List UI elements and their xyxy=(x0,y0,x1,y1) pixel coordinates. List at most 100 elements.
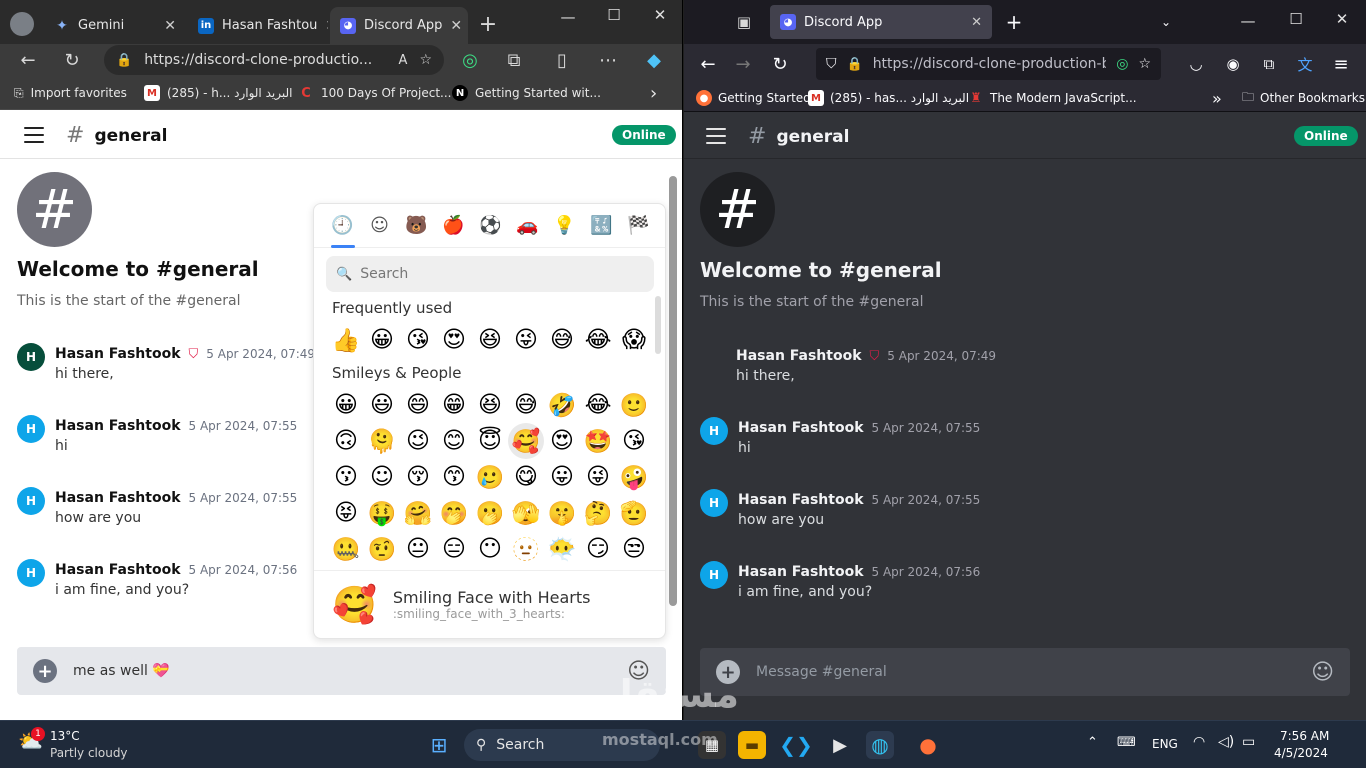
emoji-item[interactable]: 🤨 xyxy=(364,531,400,567)
message-author[interactable]: Hasan Fashtook xyxy=(55,346,181,362)
split-screen-icon[interactable]: ▯ xyxy=(548,46,576,74)
emoji-item[interactable]: 😆 xyxy=(472,387,508,423)
clock-time[interactable]: 7:56 AM xyxy=(1280,729,1329,743)
account-icon[interactable]: ◉ xyxy=(1219,50,1247,78)
avatar[interactable]: H xyxy=(17,415,45,443)
emoji-item[interactable]: 😒 xyxy=(616,531,652,567)
emoji-item[interactable]: 😂 xyxy=(580,387,616,423)
category-travel-icon[interactable]: 🚗 xyxy=(514,215,542,236)
maximize-icon[interactable]: ☐ xyxy=(594,6,634,24)
bookmark-gmail[interactable]: M (285) - h... البريد الوارد xyxy=(144,82,292,104)
avatar[interactable]: H xyxy=(17,487,45,515)
emoji-item[interactable]: 😊 xyxy=(436,423,472,459)
emoji-item[interactable]: 🫥 xyxy=(508,531,544,567)
emoji-item[interactable]: 😆 xyxy=(472,322,508,358)
tab-overview-icon[interactable]: ▣ xyxy=(730,8,758,36)
emoji-item[interactable]: 😁 xyxy=(436,387,472,423)
close-window-icon[interactable]: ✕ xyxy=(1322,10,1362,28)
emoji-item[interactable]: 🤭 xyxy=(436,495,472,531)
bookmark-star-icon[interactable]: ☆ xyxy=(1138,56,1151,72)
emoji-item[interactable]: 😃 xyxy=(364,387,400,423)
emoji-item[interactable]: 🫢 xyxy=(472,495,508,531)
emoji-item[interactable]: 😅 xyxy=(544,322,580,358)
avatar[interactable]: H xyxy=(17,343,45,371)
message-author[interactable]: Hasan Fashtook xyxy=(738,564,864,580)
category-objects-icon[interactable]: 💡 xyxy=(551,215,579,236)
message-author[interactable]: Hasan Fashtook xyxy=(55,418,181,434)
category-recent-icon[interactable]: 🕘 xyxy=(329,215,357,248)
emoji-item[interactable]: 😅 xyxy=(508,387,544,423)
extensions-puzzle-icon[interactable]: ⧉ xyxy=(500,46,528,74)
wifi-icon[interactable]: ◠ xyxy=(1193,734,1205,750)
bookmark-getting-started[interactable]: ● Getting Started xyxy=(696,88,811,108)
emoji-item[interactable]: 😉 xyxy=(400,423,436,459)
emoji-item[interactable]: 😏 xyxy=(580,531,616,567)
emoji-item[interactable]: 🫣 xyxy=(508,495,544,531)
category-activities-icon[interactable]: ⚽ xyxy=(477,215,505,236)
hamburger-menu-icon[interactable] xyxy=(24,127,44,143)
emoji-item[interactable]: 🙂 xyxy=(616,387,652,423)
read-aloud-icon[interactable]: A xyxy=(399,53,408,68)
category-food-icon[interactable]: 🍎 xyxy=(440,215,468,236)
emoji-item[interactable]: 😚 xyxy=(400,459,436,495)
emoji-item[interactable]: 🤗 xyxy=(400,495,436,531)
emoji-item[interactable]: 🤩 xyxy=(580,423,616,459)
emoji-item[interactable]: 😘 xyxy=(400,322,436,358)
emoji-item[interactable]: 🥲 xyxy=(472,459,508,495)
message-author[interactable]: Hasan Fashtook xyxy=(738,492,864,508)
message-author[interactable]: Hasan Fashtook xyxy=(738,420,864,436)
emoji-item[interactable]: 😙 xyxy=(436,459,472,495)
emoji-item[interactable]: 😗 xyxy=(328,459,364,495)
emoji-item[interactable]: 🤪 xyxy=(616,459,652,495)
emoji-button-icon[interactable]: ☺ xyxy=(1311,660,1334,685)
tab-linkedin[interactable]: in Hasan Fashtou ✕ xyxy=(188,7,328,44)
avatar[interactable]: H xyxy=(17,559,45,587)
edge-icon[interactable]: ◍ xyxy=(866,731,894,759)
emoji-item[interactable]: 😱 xyxy=(616,322,652,358)
close-window-icon[interactable]: ✕ xyxy=(640,6,680,24)
message-input[interactable]: Message #general xyxy=(756,664,1295,680)
emoji-item[interactable]: 🥰 xyxy=(508,423,544,459)
tab-gemini[interactable]: ✦ Gemini ✕ xyxy=(44,7,186,44)
emoji-item[interactable]: 🤫 xyxy=(544,495,580,531)
emoji-item[interactable]: 😇 xyxy=(472,423,508,459)
bookmarks-overflow-icon[interactable]: » xyxy=(1212,88,1222,108)
media-player-icon[interactable]: ▶ xyxy=(826,731,854,759)
category-flags-icon[interactable]: 🏁 xyxy=(625,215,653,236)
emoji-item[interactable]: 😄 xyxy=(400,387,436,423)
refresh-icon[interactable]: ↻ xyxy=(58,46,86,74)
add-attachment-button[interactable]: + xyxy=(33,659,57,683)
profile-avatar[interactable] xyxy=(10,12,34,36)
emoji-item[interactable]: 🫠 xyxy=(364,423,400,459)
emoji-item[interactable]: 😶‍🌫️ xyxy=(544,531,580,567)
extension-icon[interactable]: ◎ xyxy=(456,46,484,74)
message-author[interactable]: Hasan Fashtook xyxy=(55,490,181,506)
emoji-item[interactable]: 🙃 xyxy=(328,423,364,459)
bookmark-100-days[interactable]: C 100 Days Of Project... xyxy=(298,82,451,104)
bookmarks-more-chevron[interactable]: › xyxy=(650,82,657,104)
emoji-item[interactable]: 🤐 xyxy=(328,531,364,567)
close-icon[interactable]: ✕ xyxy=(325,18,328,34)
tab-discord-app[interactable]: ◕ Discord App ✕ xyxy=(770,5,992,39)
avatar[interactable]: H xyxy=(700,417,728,445)
close-icon[interactable]: ✕ xyxy=(164,18,176,34)
emoji-item[interactable]: 😘 xyxy=(616,423,652,459)
emoji-item[interactable]: 🤔 xyxy=(580,495,616,531)
menu-icon[interactable]: ≡ xyxy=(1327,50,1355,78)
avatar[interactable]: H xyxy=(700,561,728,589)
maximize-icon[interactable]: ☐ xyxy=(1276,10,1316,28)
more-menu-icon[interactable]: ⋯ xyxy=(594,46,622,74)
new-tab-button[interactable]: + xyxy=(1000,8,1028,36)
bookmark-gmail[interactable]: M (285) - has... البريد الوارد xyxy=(808,88,969,108)
firefox-icon[interactable]: ● xyxy=(914,731,942,759)
battery-icon[interactable]: ▭ xyxy=(1242,734,1255,750)
emoji-item[interactable]: 😐 xyxy=(400,531,436,567)
weather-temp[interactable]: 13°C xyxy=(50,729,80,743)
minimize-icon[interactable]: — xyxy=(548,8,588,26)
translate-icon[interactable]: 文 xyxy=(1291,50,1319,78)
bookmark-import-favorites[interactable]: ⎘ Import favorites xyxy=(14,82,127,104)
show-hidden-icons[interactable]: ⌃ xyxy=(1087,735,1098,750)
category-symbols-icon[interactable]: 🔣 xyxy=(588,215,616,236)
refresh-icon[interactable]: ↻ xyxy=(766,50,794,78)
extension-icon[interactable]: ◎ xyxy=(1116,56,1128,72)
